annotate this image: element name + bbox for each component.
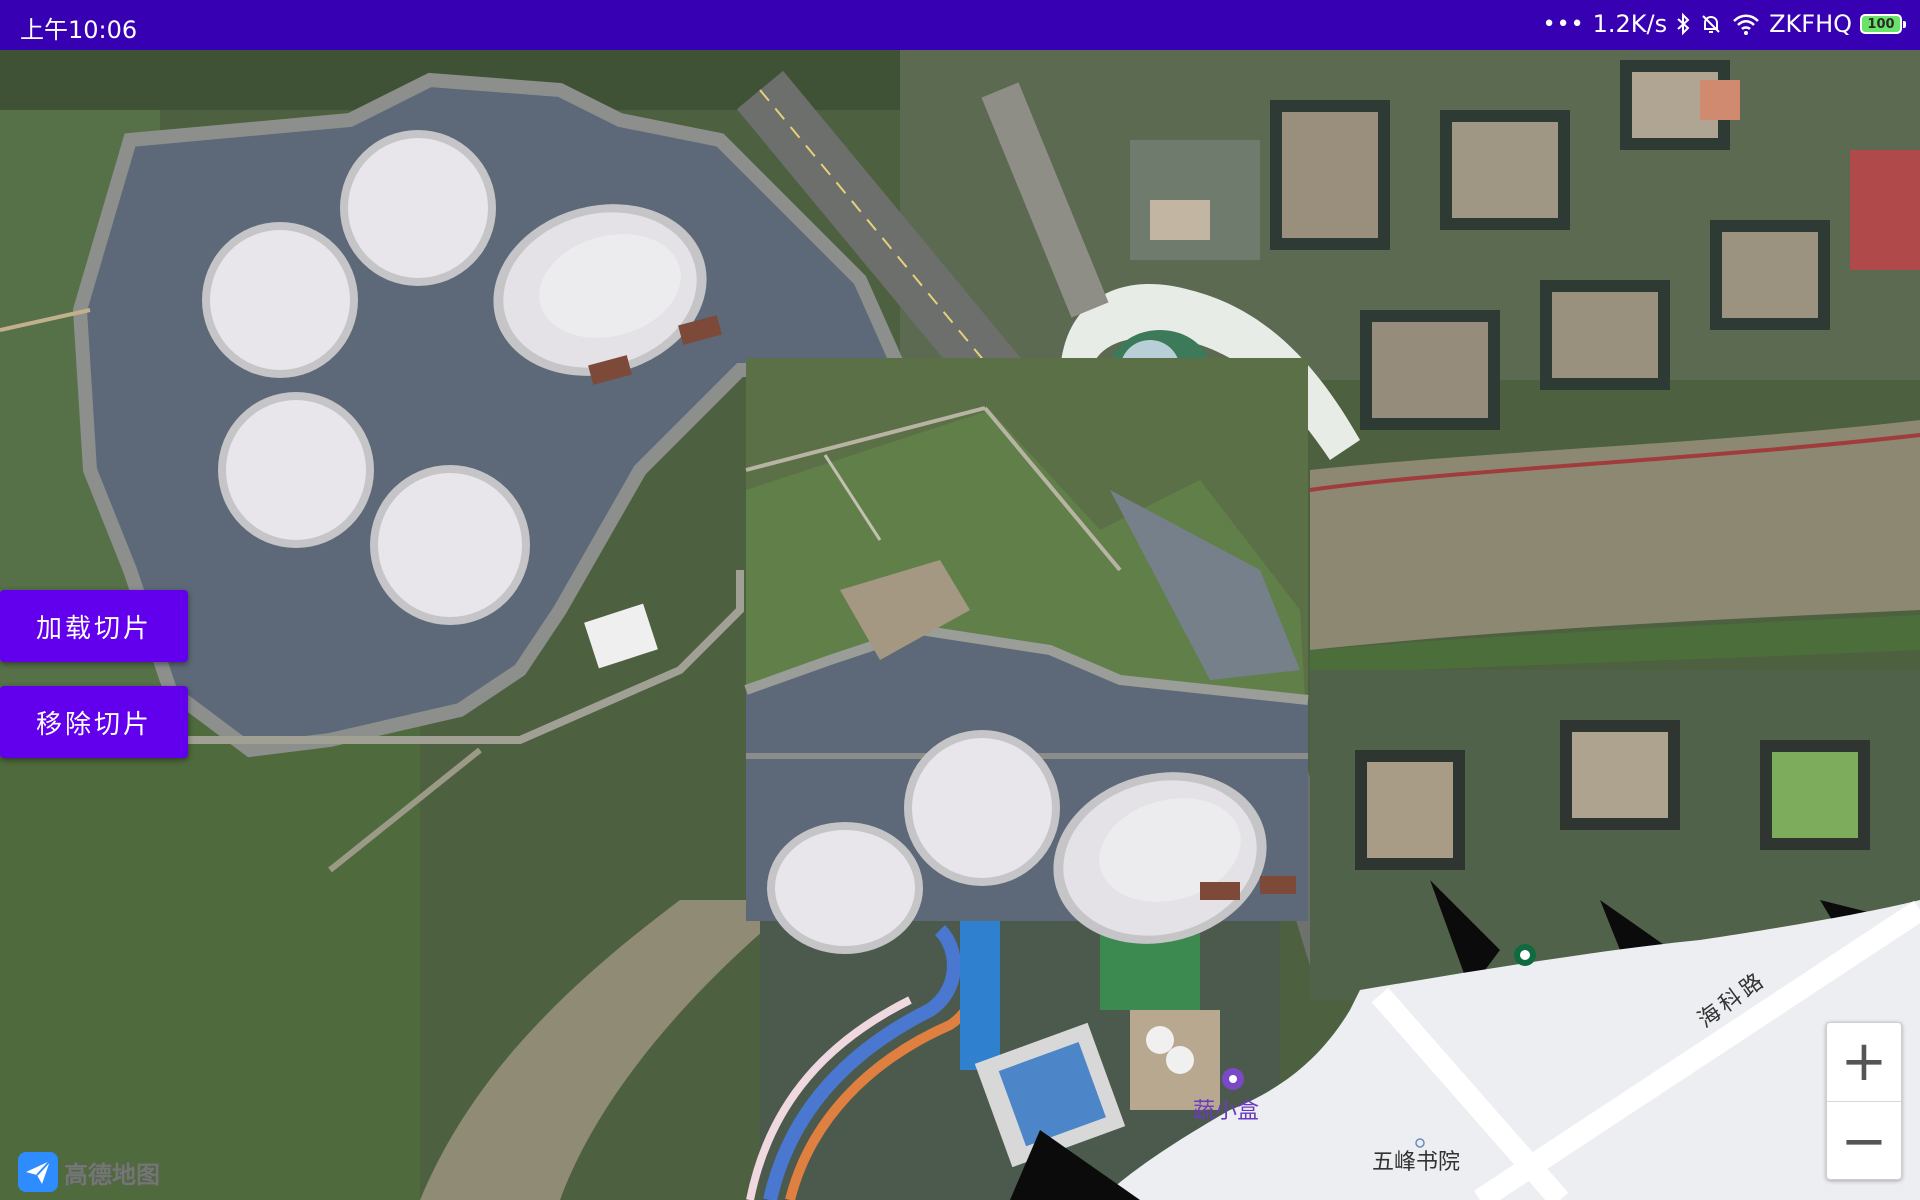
satellite-imagery (0, 50, 1920, 1200)
mute-bell-icon (1702, 15, 1720, 33)
poi-label-school: 五峰书院 (1372, 1150, 1461, 1175)
zoom-out-button[interactable]: − (1827, 1102, 1901, 1179)
logo-text: 高德地图 (64, 1160, 161, 1189)
remove-tiles-button[interactable]: 移除切片 (0, 686, 188, 758)
status-bar: 上午10:06 ••• 1.2K/s ZKFHQ 100 (0, 0, 1920, 50)
paper-plane-logo-icon (18, 1152, 58, 1192)
map-logo: 高德地图 (18, 1152, 161, 1192)
status-icons: ••• 1.2K/s ZKFHQ 100 (1542, 10, 1906, 38)
bluetooth-icon (1677, 12, 1690, 36)
net-speed: 1.2K/s (1592, 10, 1668, 38)
notification-dots-icon: ••• (1542, 11, 1585, 37)
zoom-controls: + − (1826, 1022, 1902, 1180)
wifi-icon (1733, 14, 1759, 35)
battery-icon: 100 (1860, 14, 1906, 34)
wifi-name: ZKFHQ (1769, 10, 1852, 38)
poi-label-shop: 蔬小盒 (1193, 1099, 1260, 1124)
load-tiles-button[interactable]: 加载切片 (0, 590, 188, 662)
map-view[interactable]: 海科路 五峰书院 蔬小盒 (0, 50, 1920, 1200)
battery-level: 100 (1867, 16, 1895, 32)
zoom-in-button[interactable]: + (1827, 1023, 1901, 1102)
status-time: 上午10:06 (20, 16, 138, 44)
